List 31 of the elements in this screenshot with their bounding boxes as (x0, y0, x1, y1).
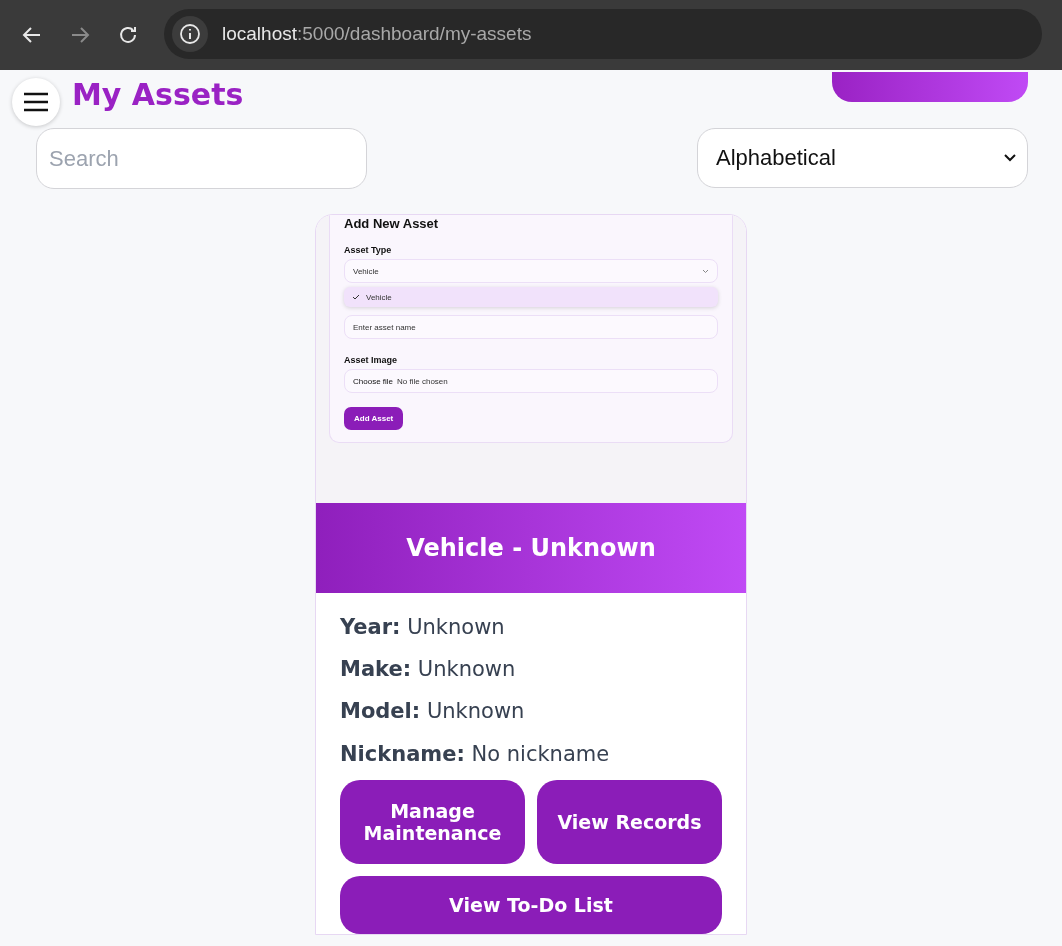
address-bar[interactable]: localhost:5000/dashboard/my-assets (164, 9, 1042, 59)
sort-select[interactable]: Alphabetical (697, 128, 1028, 188)
asset-detail: Make: Unknown (340, 657, 517, 683)
field-label: Asset Image (344, 355, 399, 365)
url-text: localhost:5000/dashboard/my-assets (222, 23, 532, 45)
add-asset-button[interactable]: Add Asset (344, 407, 404, 430)
header-button[interactable] (832, 72, 1028, 102)
menu-icon (23, 91, 49, 113)
card-title: Vehicle - Unknown (316, 503, 746, 593)
file-status: No file chosen (397, 376, 448, 386)
choose-file-button[interactable]: Choose file (353, 376, 394, 386)
asset-detail: Nickname: No nickname (340, 741, 611, 767)
chevron-down-icon (702, 268, 709, 274)
search-field[interactable]: Search (36, 128, 367, 189)
todo-button[interactable]: View To-Do List (340, 875, 722, 934)
page-title: My Assets (72, 76, 244, 112)
info-icon[interactable] (172, 16, 208, 52)
form-title: Add New Asset (344, 216, 440, 231)
asset-detail: Model: Unknown (340, 699, 526, 725)
file-field[interactable]: Choose file No file chosen (344, 369, 718, 393)
chevron-down-icon (1003, 153, 1017, 163)
dropdown-option[interactable]: Vehicle (344, 287, 718, 307)
option-label: Vehicle (366, 292, 392, 302)
action-button[interactable]: Manage Maintenance (340, 779, 525, 864)
name-field[interactable]: Enter asset name (344, 315, 718, 339)
field-label: Asset Type (344, 245, 393, 255)
asset-detail: Year: Unknown (340, 615, 506, 641)
type-select[interactable]: Vehicle (344, 259, 718, 283)
action-button[interactable]: View Records (537, 779, 722, 864)
check-icon (352, 294, 360, 300)
menu-button[interactable] (12, 78, 60, 126)
